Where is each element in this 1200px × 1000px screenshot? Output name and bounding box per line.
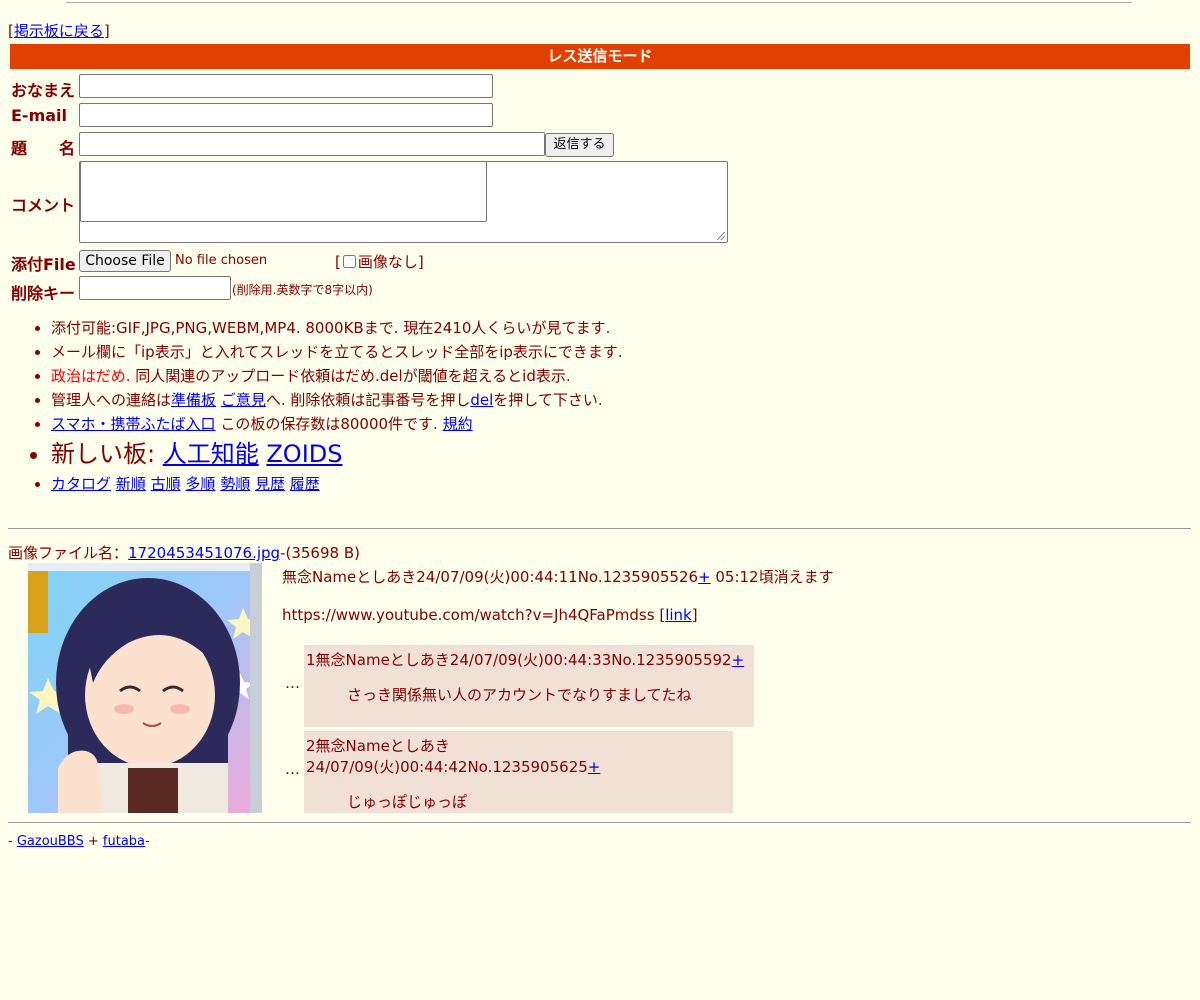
prep-board-link[interactable]: 準備板 [171,391,216,409]
top-divider [66,2,1132,3]
submit-reply-button[interactable]: 返信する [545,133,614,157]
gazoubbs-link[interactable]: GazouBBS [17,834,84,849]
note-text: へ. 削除依頼は記事番号を押し [265,391,471,409]
reply-plus-link[interactable]: + [588,758,601,776]
note-item: 新しい板: 人工知能 ZOIDS [51,436,623,472]
resize-grip-icon[interactable] [717,232,725,240]
delete-key-input[interactable] [79,276,231,300]
reply-header: 1無念Nameとしあき24/07/09(火)00:44:33No.1235905… [306,649,752,670]
thumbnail-illustration [28,563,262,813]
board-notes: 添付可能:GIF,JPG,PNG,WEBM,MP4. 8000KBまで. 現在2… [12,316,623,496]
delete-key-label: 削除キー [11,284,76,303]
reply-header-text: 2無念Nameとしあき24/07/09(火)00:44:42No.1235905… [306,737,588,776]
op-header-text: 無念Nameとしあき24/07/09(火)00:44:11No.12359055… [282,568,699,586]
footer-suffix: - [145,834,150,849]
back-to-board-link[interactable]: 掲示板に戻る [14,22,104,40]
sort-many-link[interactable]: 多順 [185,475,215,493]
footer-prefix: - [8,834,17,849]
del-link[interactable]: del [470,391,493,409]
reply-body: じゅっぽじゅっぽ [347,793,468,811]
op-body-text: https://www.youtube.com/watch?v=Jh4QFaPm… [282,606,660,624]
reply-header-text: 1無念Nameとしあき24/07/09(火)00:44:33No.1235905… [306,651,732,669]
catalog-link[interactable]: カタログ [51,475,111,493]
note-text: この板の保存数は80000件です. [215,415,443,433]
delete-key-note: (削除用.英数字で8字以内) [232,283,373,297]
sort-new-link[interactable]: 新順 [116,475,146,493]
note-text: 同人関連のアップロード依頼はだめ.delが閾値を超えるとid表示. [130,367,571,385]
file-status: No file chosen [175,253,268,268]
no-image-checkbox[interactable] [342,255,356,268]
email-label: E-mail [11,106,68,125]
ai-board-link[interactable]: 人工知能 [163,440,259,468]
note-item: 管理人への連絡は準備板 ご意見へ. 削除依頼は記事番号を押しdelを押して下さい… [51,388,623,412]
thread-thumbnail[interactable] [28,563,262,813]
note-text: 添付可能:GIF,JPG,PNG,WEBM,MP4. 8000KBまで. 現在2… [51,319,611,337]
note-item: スマホ・携帯ふたば入口 この板の保存数は80000件です. 規約 [51,412,623,436]
subject-label: 題 名 [11,139,76,158]
comment-label: コメント [11,196,76,215]
reply-header: 2無念Nameとしあき24/07/09(火)00:44:42No.1235905… [306,735,731,777]
file-label: 添付File [11,255,76,274]
rules-link[interactable]: 規約 [443,415,473,433]
op-expire-text: 05:12頃消えます [710,568,834,586]
note-item: 政治はだめ. 同人関連のアップロード依頼はだめ.delが閾値を超えるとid表示. [51,364,623,388]
image-file-prefix: 画像ファイル名： [8,544,129,562]
email-input[interactable] [79,103,493,127]
note-text: 管理人への連絡は [51,391,172,409]
name-label: おなまえ [11,81,76,100]
op-body: https://www.youtube.com/watch?v=Jh4QFaPm… [282,606,698,624]
bracket-open: [ [335,253,341,271]
bracket-close: ] [691,606,698,624]
note-item: メール欄に「ip表示」と入れてスレッドを立てるとスレッド全部をip表示にできます… [51,340,623,364]
new-boards-label: 新しい板: [51,440,163,468]
image-file-line: 画像ファイル名：1720453451076.jpg-(35698 B) [8,542,360,563]
viewed-history-link[interactable]: 見歴 [255,475,285,493]
mobile-entrance-link[interactable]: スマホ・携帯ふたば入口 [51,415,216,433]
no-image-label: 画像なし [357,253,418,271]
futaba-link[interactable]: futaba [103,834,145,849]
subject-input[interactable] [79,132,545,156]
no-image-option: [ 画像なし] [335,251,424,272]
footer: - GazouBBS + futaba- [8,834,150,849]
reply-marker: … [285,674,300,692]
footer-separator: + [83,834,103,849]
note-item: 添付可能:GIF,JPG,PNG,WEBM,MP4. 8000KBまで. 現在2… [51,316,623,340]
thread-divider [8,528,1191,529]
reply-body: さっき関係無い人のアカウントでなりすましてたね [347,686,692,704]
post-history-link[interactable]: 履歴 [290,475,320,493]
op-header: 無念Nameとしあき24/07/09(火)00:44:11No.12359055… [282,566,834,587]
image-file-size: -(35698 B) [280,544,360,562]
reply-post: 2無念Nameとしあき24/07/09(火)00:44:42No.1235905… [304,731,733,813]
note-text: メール欄に「ip表示」と入れてスレッドを立てるとスレッド全部をip表示にできます… [51,343,623,361]
feedback-link[interactable]: ご意見 [221,391,266,409]
zoids-board-link[interactable]: ZOIDS [266,440,342,468]
back-nav: [掲示板に戻る] [8,20,110,41]
comment-inner-box [80,161,487,222]
name-input[interactable] [79,74,493,98]
reply-mode-bar: レス送信モード [10,44,1190,69]
bracket-close: ] [103,22,110,40]
reply-post: 1無念Nameとしあき24/07/09(火)00:44:33No.1235905… [304,645,754,727]
bracket-close: ] [417,253,424,271]
sort-old-link[interactable]: 古順 [151,475,181,493]
reply-marker: … [285,760,300,778]
politics-warning: 政治はだめ. [51,367,131,385]
image-file-link[interactable]: 1720453451076.jpg [128,544,280,562]
sort-momentum-link[interactable]: 勢順 [220,475,250,493]
reply-plus-link[interactable]: + [732,651,745,669]
note-item: カタログ 新順 古順 多順 勢順 見歴 履歴 [51,472,623,496]
choose-file-button[interactable]: Choose File [79,250,171,272]
note-text: を押して下さい. [493,391,603,409]
op-plus-link[interactable]: + [698,568,711,586]
op-youtube-link[interactable]: link [665,606,692,624]
bottom-divider [8,822,1191,823]
